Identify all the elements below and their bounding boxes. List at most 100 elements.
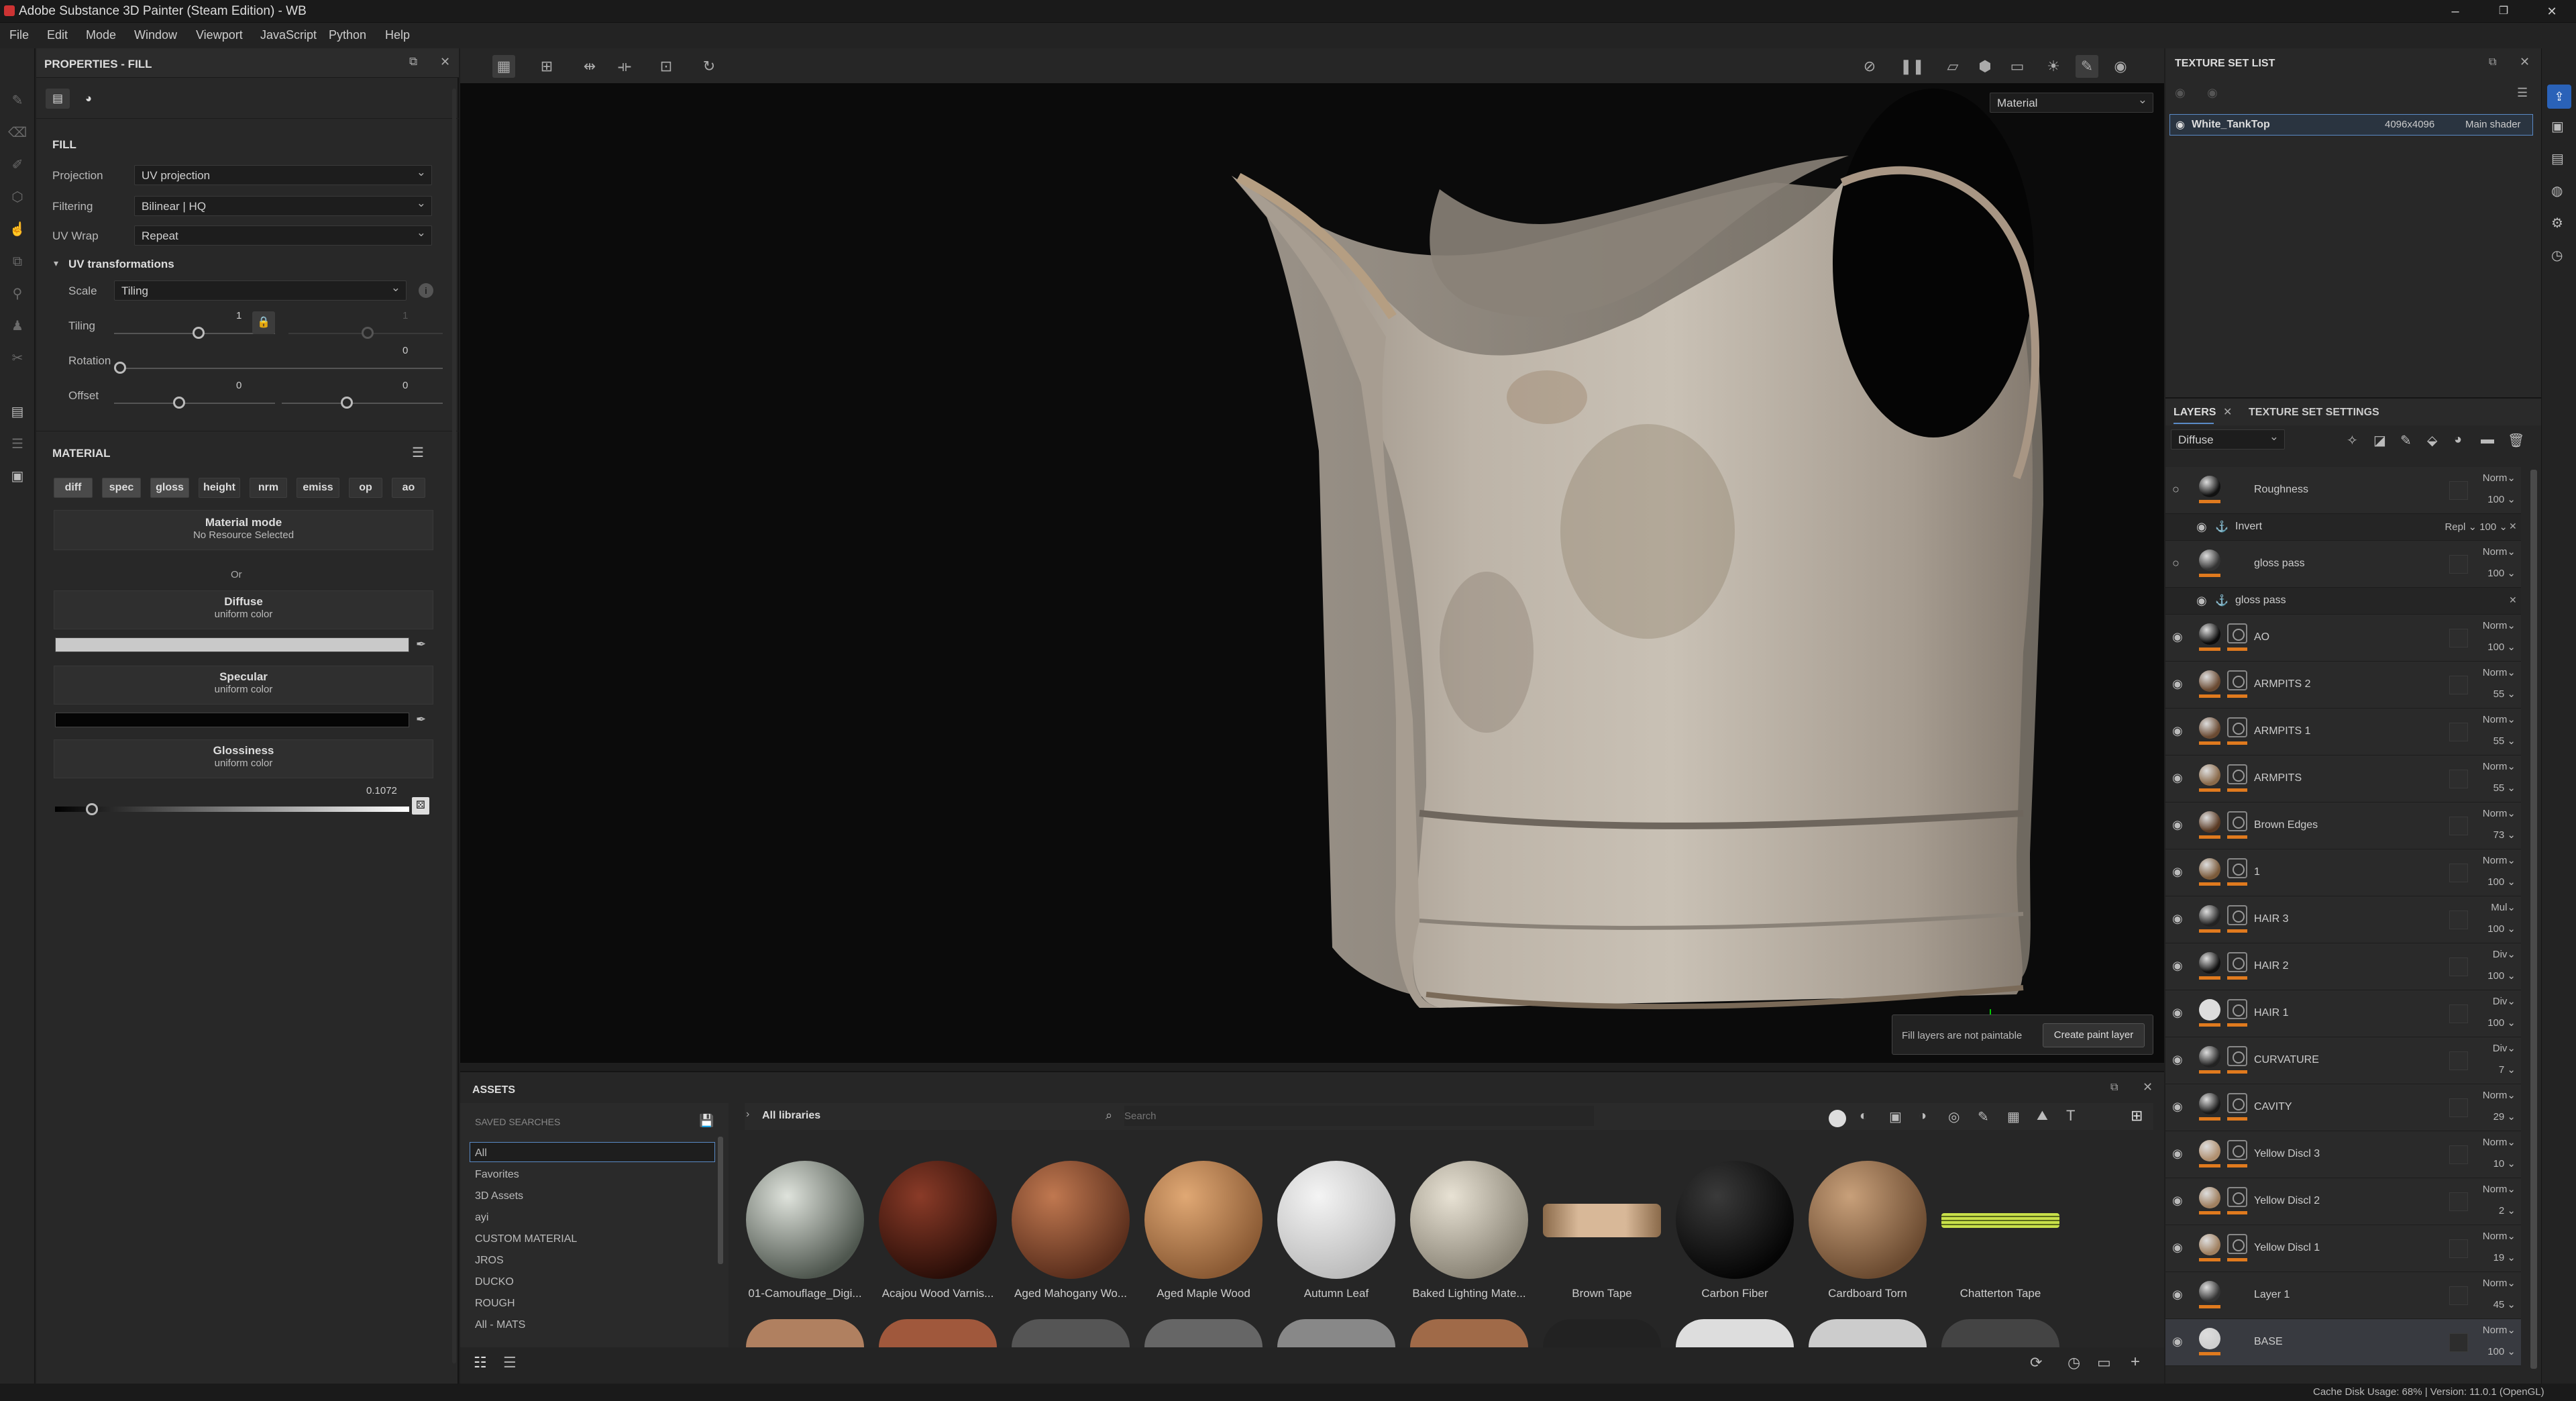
layer-channel-box[interactable] <box>2449 723 2468 741</box>
close-button[interactable]: ✕ <box>2538 1 2565 21</box>
visibility-icon[interactable]: ◉ <box>2175 86 2186 100</box>
layer-row[interactable]: ◉ Layer 1 Norm⌄ 45 ⌄ <box>2165 1272 2521 1319</box>
menu-javascript[interactable]: JavaScript <box>260 28 317 42</box>
material-thumbnail[interactable] <box>1941 1319 2059 1347</box>
screenshot-icon[interactable]: ◉ <box>2109 55 2132 78</box>
mask-icon[interactable] <box>2227 811 2247 831</box>
paint-mode-icon[interactable]: ✎ <box>2076 55 2098 78</box>
material-thumbnail[interactable] <box>1941 1213 2059 1228</box>
layer-row[interactable]: ◉ 1 Norm⌄ 100 ⌄ <box>2165 849 2521 896</box>
camera-icon[interactable]: ▭ <box>2006 55 2029 78</box>
eye-icon[interactable]: ◉ <box>2196 594 2207 608</box>
lock-icon[interactable]: 🔒 <box>252 311 275 334</box>
refresh-icon[interactable]: ⟳ <box>2030 1354 2042 1371</box>
display-settings-icon[interactable]: ◍ <box>2551 183 2563 199</box>
layer-channel-box[interactable] <box>2449 1004 2468 1023</box>
menu-python[interactable]: Python <box>329 28 366 42</box>
material-thumbnail[interactable] <box>1676 1319 1794 1347</box>
layer-channel-box[interactable] <box>2449 555 2468 574</box>
library-item[interactable]: ROUGH <box>475 1298 515 1310</box>
material-tab-icon[interactable]: ◕ <box>76 89 101 109</box>
mask-icon[interactable] <box>2227 999 2247 1019</box>
layer-row[interactable]: ○ gloss pass Norm⌄ 100 ⌄ <box>2165 541 2521 588</box>
material-thumbnail[interactable] <box>1410 1319 1528 1347</box>
layer-row[interactable]: ◉ ARMPITS 2 Norm⌄ 55 ⌄ <box>2165 662 2521 709</box>
uv-transformations-toggle[interactable]: UV transformations <box>68 258 174 271</box>
layer-row[interactable]: ◉ ARMPITS 1 Norm⌄ 55 ⌄ <box>2165 709 2521 756</box>
material-thumbnail[interactable] <box>1012 1161 1130 1279</box>
layer-row[interactable]: ○ Roughness Norm⌄ 100 ⌄ <box>2165 467 2521 514</box>
geometry-fill-icon[interactable]: ⬡ <box>8 188 27 207</box>
layer-row[interactable]: ◉ AO Norm⌄ 100 ⌄ <box>2165 615 2521 662</box>
rotation-slider[interactable] <box>114 368 443 369</box>
material-picker-icon[interactable]: ⚲ <box>8 284 27 303</box>
material-thumbnail[interactable] <box>1144 1161 1263 1279</box>
maximize-button[interactable]: ❐ <box>2490 1 2517 21</box>
hide-icon[interactable]: ⊘ <box>1858 55 1881 78</box>
material-thumbnail[interactable] <box>1144 1319 1263 1347</box>
menu-window[interactable]: Window <box>134 28 177 42</box>
layer-channel-box[interactable] <box>2449 1051 2468 1070</box>
paint-brush-icon[interactable]: ✎ <box>8 91 27 110</box>
close-tab-icon[interactable]: ✕ <box>2223 405 2232 419</box>
channel-dropdown[interactable]: Diffuse <box>2171 429 2285 450</box>
library-scrollbar[interactable] <box>718 1137 723 1264</box>
layer-row[interactable]: ◉ CAVITY Norm⌄ 29 ⌄ <box>2165 1084 2521 1131</box>
diffuse-color-swatch[interactable] <box>55 637 409 652</box>
filtering-dropdown[interactable]: Bilinear | HQ <box>134 196 432 216</box>
eye-icon[interactable]: ◉ <box>2172 865 2183 879</box>
offset-slider-v-knob[interactable] <box>341 397 353 409</box>
close-panel-icon[interactable]: ✕ <box>2143 1080 2153 1094</box>
layer-row[interactable]: ◉ BASE Norm⌄ 100 ⌄ <box>2165 1319 2521 1366</box>
symmetry-icon[interactable]: ⇹ <box>578 55 601 78</box>
layer-channel-box[interactable] <box>2449 817 2468 835</box>
eye-icon[interactable]: ◉ <box>2172 1053 2183 1067</box>
viewport-mode-dropdown[interactable]: Material <box>1990 93 2153 113</box>
mask-icon[interactable] <box>2227 1187 2247 1207</box>
mask-icon[interactable] <box>2227 623 2247 643</box>
layer-channel-box[interactable] <box>2449 957 2468 976</box>
mask-icon[interactable] <box>2227 858 2247 878</box>
add-folder-icon[interactable]: ▬ <box>2481 432 2494 448</box>
glossiness-slider-knob[interactable] <box>86 803 98 815</box>
smart-material-filter-icon[interactable]: ◐ <box>1860 1108 1868 1124</box>
layer-row[interactable]: ◉ CURVATURE Div⌄ 7 ⌄ <box>2165 1037 2521 1084</box>
channel-gloss[interactable]: gloss <box>150 478 189 498</box>
layer-row[interactable]: ◉ HAIR 2 Div⌄ 100 ⌄ <box>2165 943 2521 990</box>
environment-filter-icon[interactable]: ⛰ <box>2037 1108 2048 1124</box>
eye-icon[interactable]: ◉ <box>2172 1241 2183 1255</box>
remove-effect-icon[interactable]: ✕ <box>2509 521 2517 532</box>
specular-slot[interactable]: Specular uniform color <box>54 666 433 705</box>
material-thumbnail[interactable] <box>1277 1161 1395 1279</box>
grid-view-icon[interactable]: ▦ <box>492 55 515 78</box>
mask-icon[interactable] <box>2227 952 2247 972</box>
layer-channel-box[interactable] <box>2449 1192 2468 1211</box>
layer-effect-row[interactable]: ◉ ⚓ gloss pass ✕ <box>2165 588 2521 615</box>
layer-channel-box[interactable] <box>2449 1239 2468 1258</box>
history-icon[interactable]: ◷ <box>2551 247 2563 264</box>
add-effect-icon[interactable]: ✧ <box>2347 432 2358 449</box>
channel-op[interactable]: op <box>349 478 382 498</box>
material-thumbnail[interactable] <box>746 1161 864 1279</box>
layer-row[interactable]: ◉ Yellow Discl 1 Norm⌄ 19 ⌄ <box>2165 1225 2521 1272</box>
layer-row[interactable]: ◉ ARMPITS Norm⌄ 55 ⌄ <box>2165 756 2521 802</box>
layer-row[interactable]: ◉ HAIR 1 Div⌄ 100 ⌄ <box>2165 990 2521 1037</box>
material-mode-slot[interactable]: Material mode No Resource Selected <box>54 510 433 550</box>
library-breadcrumb[interactable]: All libraries <box>762 1110 820 1122</box>
eye-icon[interactable]: ◉ <box>2172 630 2183 644</box>
add-smart-material-icon[interactable]: ◕ <box>2454 432 2462 448</box>
random-icon[interactable]: ⚄ <box>412 797 429 815</box>
eraser-icon[interactable]: ⌫ <box>8 123 27 142</box>
layer-row[interactable]: ◉ HAIR 3 Mul⌄ 100 ⌄ <box>2165 896 2521 943</box>
eye-icon[interactable]: ○ <box>2172 556 2180 570</box>
material-thumbnail[interactable] <box>1543 1319 1661 1347</box>
channel-ao[interactable]: ao <box>392 478 425 498</box>
list-view-icon[interactable]: ☷ <box>474 1354 487 1371</box>
menu-viewport[interactable]: Viewport <box>196 28 243 42</box>
fit-view-icon[interactable]: ⊡ <box>655 55 678 78</box>
uv-tile-icon[interactable]: ⊞ <box>535 55 558 78</box>
bake-icon[interactable]: ♟ <box>8 317 27 335</box>
eyedropper-icon[interactable]: ✒ <box>416 637 426 652</box>
mask-icon[interactable] <box>2227 764 2247 784</box>
save-search-icon[interactable]: 💾 <box>699 1114 714 1128</box>
